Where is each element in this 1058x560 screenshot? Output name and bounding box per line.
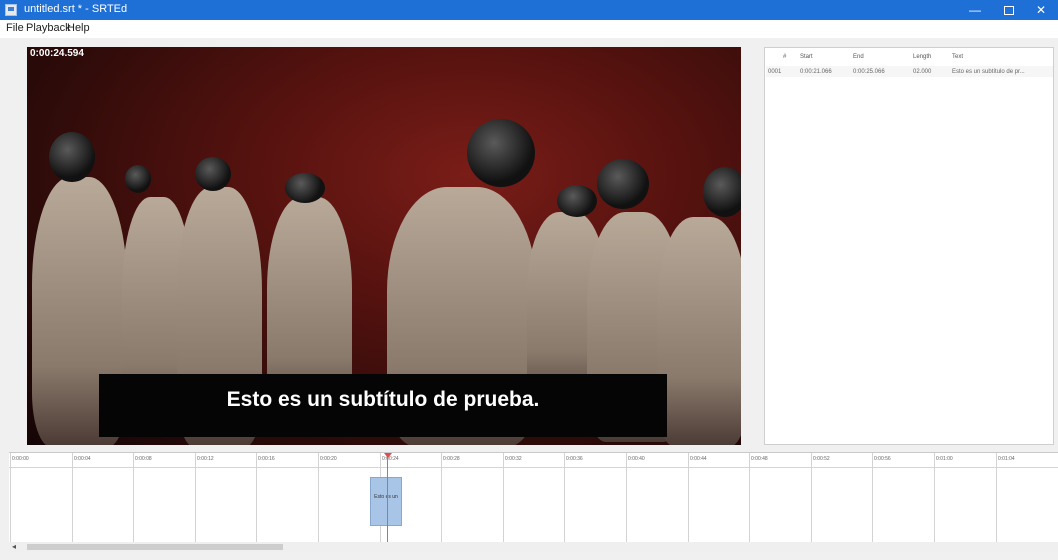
timeline-tick: [441, 453, 442, 547]
timeline-tick: [503, 453, 504, 547]
timeline-tick: [195, 453, 196, 547]
timeline-tick: [749, 453, 750, 547]
timeline-subtitle-block[interactable]: Esto es un: [370, 477, 402, 526]
timeline-tick: [564, 453, 565, 547]
minimize-button[interactable]: —: [958, 0, 992, 20]
video-player[interactable]: 0:00:24.594 Esto es un subtítulo de prue…: [27, 47, 741, 445]
row-number: 0001: [768, 69, 782, 75]
row-length: 02.000: [913, 69, 932, 75]
scroll-thumb[interactable]: [27, 544, 283, 550]
timeline-tick-label: 0:00:04: [74, 456, 91, 462]
timeline-tick-label: 0:00:48: [751, 456, 768, 462]
timeline-tick-label: 0:00:32: [505, 456, 522, 462]
row-start: 0:00:21.066: [800, 69, 832, 75]
timeline-tick-label: 0:00:52: [813, 456, 830, 462]
timeline-scrollbar[interactable]: ◂: [9, 542, 1058, 552]
column-header-end[interactable]: End: [853, 54, 864, 60]
timeline-tick: [10, 453, 11, 547]
timeline-tick: [318, 453, 319, 547]
menu-bar: File Playback Help: [0, 20, 1058, 38]
subtitle-list[interactable]: # Start End Length Text 0001 0:00:21.066…: [764, 47, 1054, 445]
timeline-ruler[interactable]: [9, 453, 1058, 468]
column-header-length[interactable]: Length: [913, 54, 931, 60]
subtitle-text: Esto es un subtítulo de prueba.: [226, 388, 540, 411]
timeline-tick: [872, 453, 873, 547]
timeline-tick-label: 0:01:04: [998, 456, 1015, 462]
window-title: untitled.srt * - SRTEd: [24, 3, 128, 15]
timeline-tick: [996, 453, 997, 547]
column-header-text[interactable]: Text: [952, 54, 963, 60]
maximize-button[interactable]: [992, 0, 1026, 20]
timeline-tick-label: 0:00:20: [320, 456, 337, 462]
row-end: 0:00:25.066: [853, 69, 885, 75]
row-text: Esto es un subtítulo de pr...: [952, 69, 1025, 75]
timeline-tick-label: 0:00:12: [197, 456, 214, 462]
video-timecode: 0:00:24.594: [30, 48, 84, 59]
menu-help[interactable]: Help: [67, 22, 90, 34]
menu-file[interactable]: File: [6, 22, 24, 34]
playhead-line[interactable]: [387, 453, 388, 543]
scroll-left-icon[interactable]: ◂: [9, 542, 19, 552]
timeline-block-label: Esto es un: [374, 494, 398, 500]
timeline-tick-label: 0:00:36: [566, 456, 583, 462]
timeline-tick-label: 0:00:28: [443, 456, 460, 462]
close-button[interactable]: ✕: [1024, 0, 1058, 20]
subtitle-overlay: Esto es un subtítulo de prueba.: [99, 374, 667, 437]
column-header-number[interactable]: #: [783, 54, 786, 60]
timeline-tick: [934, 453, 935, 547]
timeline-tick-label: 0:00:56: [874, 456, 891, 462]
app-icon: [5, 4, 17, 16]
timeline-tick: [256, 453, 257, 547]
timeline-tick: [133, 453, 134, 547]
timeline-tick: [811, 453, 812, 547]
timeline[interactable]: 0:00:00 0:00:04 0:00:08 0:00:12 0:00:16 0:00:…: [9, 452, 1058, 547]
playhead-marker-icon[interactable]: [384, 453, 392, 458]
timeline-tick-label: 0:00:08: [135, 456, 152, 462]
timeline-tick-label: 0:01:00: [936, 456, 953, 462]
title-bar: untitled.srt * - SRTEd — ✕: [0, 0, 1058, 20]
timeline-tick: [688, 453, 689, 547]
timeline-tick-label: 0:00:00: [12, 456, 29, 462]
maximize-icon: [1004, 6, 1014, 15]
timeline-tick: [72, 453, 73, 547]
timeline-tick-label: 0:00:40: [628, 456, 645, 462]
menu-playback[interactable]: Playback: [26, 22, 71, 34]
timeline-tick-label: 0:00:16: [258, 456, 275, 462]
timeline-tick-label: 0:00:44: [690, 456, 707, 462]
timeline-tick: [626, 453, 627, 547]
column-header-start[interactable]: Start: [800, 54, 813, 60]
